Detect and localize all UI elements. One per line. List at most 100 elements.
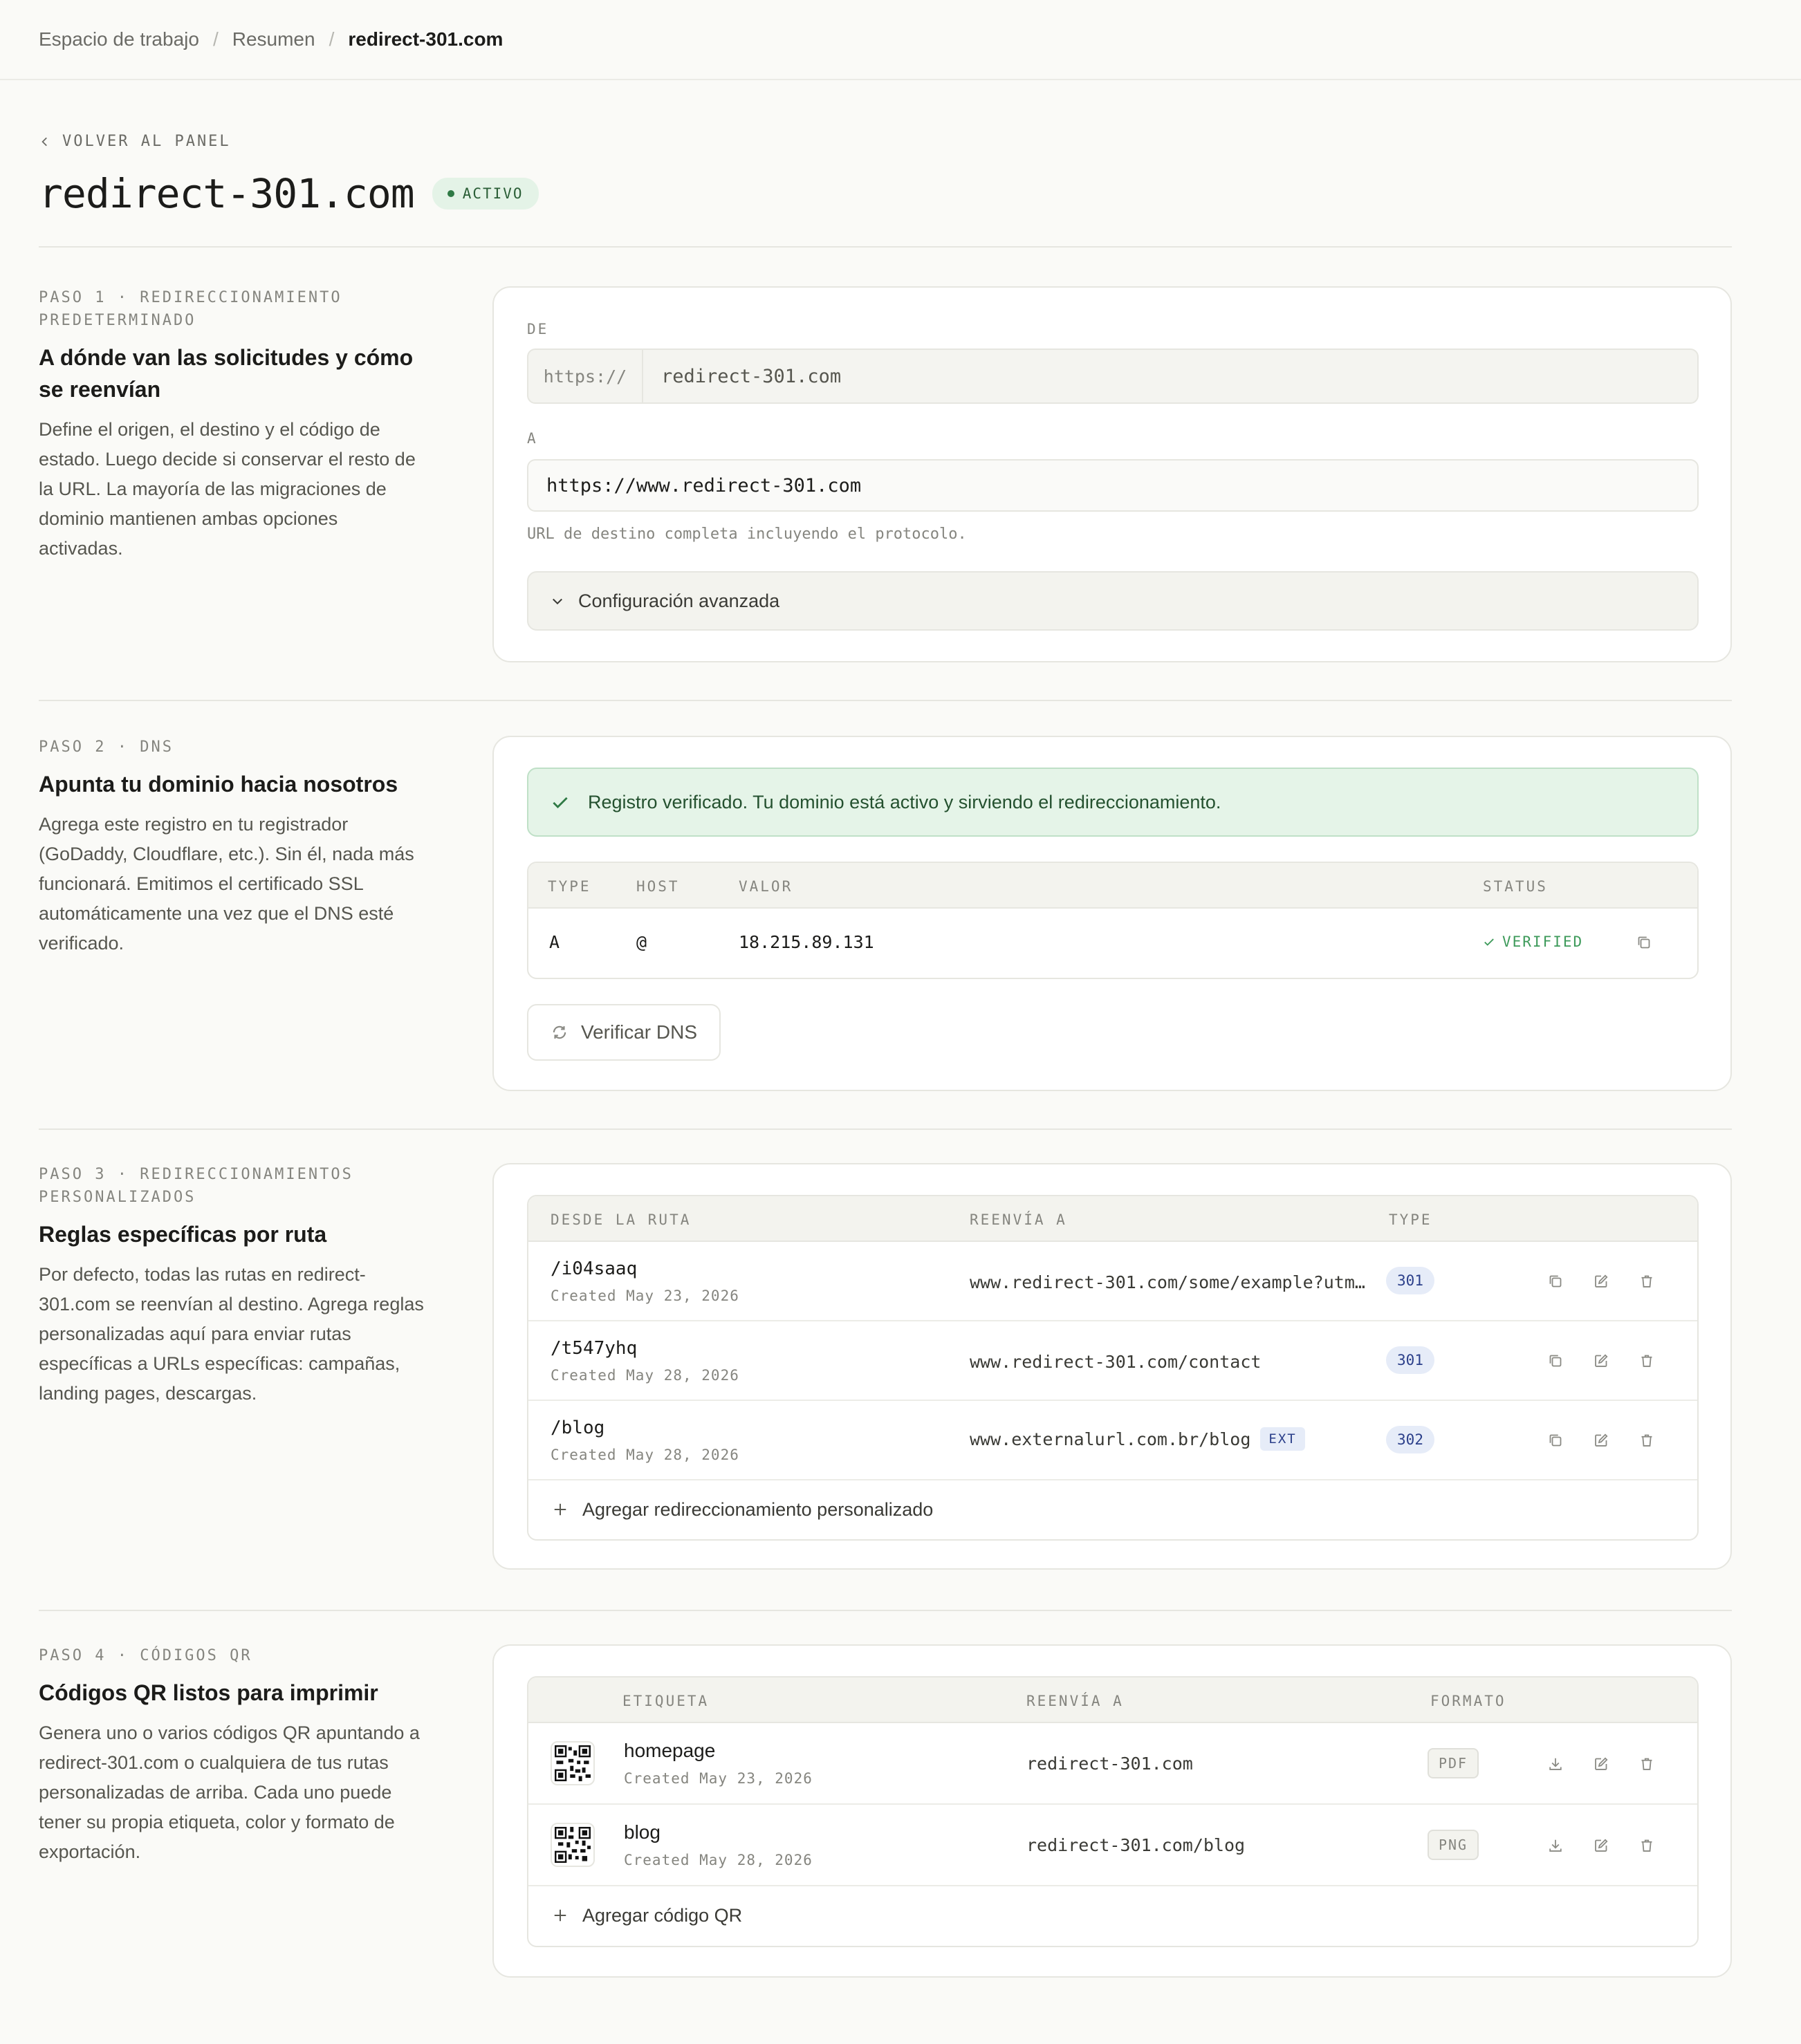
trash-icon bbox=[1641, 1275, 1652, 1288]
divider bbox=[39, 246, 1732, 248]
col-forwards-to: REENVÍA A bbox=[1026, 1693, 1124, 1709]
step1-kicker: PASO 1 · REDIRECCIONAMIENTO PREDETERMINA… bbox=[39, 289, 342, 329]
download-icon bbox=[1549, 1758, 1562, 1770]
col-format: FORMATO bbox=[1430, 1693, 1506, 1709]
delete-route-button[interactable] bbox=[1635, 1349, 1659, 1373]
external-badge: EXT bbox=[1260, 1427, 1305, 1451]
col-type: TYPE bbox=[548, 878, 591, 895]
col-type: TYPE bbox=[1389, 1211, 1432, 1228]
qr-format-badge: PDF bbox=[1428, 1748, 1479, 1778]
edit-icon bbox=[1595, 1274, 1608, 1288]
copy-icon bbox=[1549, 1355, 1562, 1367]
table-row[interactable]: /i04saaq Created May 23, 2026 www.redire… bbox=[528, 1242, 1697, 1321]
delete-qr-button[interactable] bbox=[1635, 1834, 1659, 1857]
back-label: VOLVER AL PANEL bbox=[62, 133, 231, 150]
table-row[interactable]: /t547yhq Created May 28, 2026 www.redire… bbox=[528, 1321, 1697, 1401]
verify-dns-button[interactable]: Verificar DNS bbox=[527, 1004, 721, 1061]
step2-card: Registro verificado. Tu dominio está act… bbox=[492, 736, 1732, 1091]
copy-route-button[interactable] bbox=[1544, 1429, 1567, 1452]
step3-kicker: PASO 3 · REDIRECCIONAMIENTOS PERSONALIZA… bbox=[39, 1166, 353, 1206]
col-host: HOST bbox=[636, 878, 680, 895]
step3-intro: PASO 3 · REDIRECCIONAMIENTOS PERSONALIZA… bbox=[39, 1163, 426, 1409]
breadcrumb-workspace[interactable]: Espacio de trabajo bbox=[39, 28, 199, 50]
status-dot-icon bbox=[447, 190, 454, 197]
trash-icon bbox=[1641, 1839, 1652, 1852]
step3-card: DESDE LA RUTA REENVÍA A TYPE /i04saaq Cr… bbox=[492, 1163, 1732, 1570]
table-row[interactable]: /blog Created May 28, 2026 www.externalu… bbox=[528, 1401, 1697, 1480]
table-header: TYPE HOST VALOR STATUS bbox=[528, 863, 1697, 909]
step4-kicker: PASO 4 · CÓDIGOS QR bbox=[39, 1647, 252, 1664]
step3-description: Por defecto, todas las rutas en redirect… bbox=[39, 1264, 424, 1404]
route-destination: www.redirect-301.com/contact bbox=[970, 1352, 1262, 1372]
qr-destination: redirect-301.com/blog bbox=[1026, 1835, 1246, 1855]
table-row[interactable]: blog Created May 28, 2026 redirect-301.c… bbox=[528, 1805, 1697, 1886]
step4-description: Genera uno o varios códigos QR apuntando… bbox=[39, 1722, 420, 1862]
step2-kicker: PASO 2 · DNS bbox=[39, 738, 174, 756]
breadcrumb: Espacio de trabajo / Resumen / redirect-… bbox=[0, 0, 1801, 80]
step1-intro: PASO 1 · REDIRECCIONAMIENTO PREDETERMINA… bbox=[39, 286, 426, 564]
add-custom-redirect-label: Agregar redireccionamiento personalizado bbox=[582, 1498, 934, 1520]
redirect-code-badge: 301 bbox=[1386, 1346, 1434, 1374]
qr-created: Created May 28, 2026 bbox=[624, 1852, 813, 1868]
divider bbox=[39, 1610, 1732, 1611]
step4-card: ETIQUETA REENVÍA A FORMATO homepage Crea… bbox=[492, 1644, 1732, 1978]
copy-icon bbox=[1549, 1434, 1562, 1447]
qr-code-thumbnail[interactable] bbox=[551, 1823, 595, 1867]
refresh-icon bbox=[553, 1025, 566, 1039]
qr-label: blog bbox=[624, 1821, 661, 1843]
destination-url-input[interactable]: https://www.redirect-301.com bbox=[527, 459, 1699, 512]
edit-icon bbox=[1595, 1757, 1608, 1770]
qr-label: homepage bbox=[624, 1740, 716, 1761]
delete-route-button[interactable] bbox=[1635, 1270, 1659, 1293]
delete-route-button[interactable] bbox=[1635, 1429, 1659, 1452]
check-icon bbox=[1484, 938, 1494, 946]
step1-card: DE https:// redirect-301.com A https://w… bbox=[492, 286, 1732, 662]
route-path: /blog bbox=[551, 1418, 605, 1438]
plus-icon bbox=[554, 1503, 566, 1516]
back-to-panel-link[interactable]: VOLVER AL PANEL bbox=[39, 133, 231, 150]
route-path: /t547yhq bbox=[551, 1338, 638, 1359]
table-row: A @ 18.215.89.131 VERIFIED bbox=[528, 909, 1697, 978]
copy-icon bbox=[1549, 1275, 1562, 1288]
edit-qr-button[interactable] bbox=[1589, 1834, 1613, 1857]
from-value: redirect-301.com bbox=[661, 365, 842, 387]
edit-route-button[interactable] bbox=[1589, 1429, 1613, 1452]
table-header: ETIQUETA REENVÍA A FORMATO bbox=[528, 1678, 1697, 1723]
verified-message: Registro verificado. Tu dominio está act… bbox=[588, 791, 1221, 812]
delete-qr-button[interactable] bbox=[1635, 1752, 1659, 1776]
breadcrumb-overview[interactable]: Resumen bbox=[232, 28, 315, 50]
advanced-settings-toggle[interactable]: Configuración avanzada bbox=[527, 571, 1699, 631]
add-qr-code-button[interactable]: Agregar código QR bbox=[528, 1886, 1697, 1944]
copy-record-button[interactable] bbox=[1632, 931, 1656, 954]
col-value: VALOR bbox=[739, 878, 793, 895]
verified-alert: Registro verificado. Tu dominio está act… bbox=[527, 768, 1699, 837]
edit-route-button[interactable] bbox=[1589, 1349, 1613, 1373]
add-custom-redirect-button[interactable]: Agregar redireccionamiento personalizado bbox=[528, 1480, 1697, 1539]
step2-title: Apunta tu dominio hacia nosotros bbox=[39, 772, 398, 797]
table-row[interactable]: homepage Created May 23, 2026 redirect-3… bbox=[528, 1723, 1697, 1805]
route-created: Created May 23, 2026 bbox=[551, 1288, 739, 1304]
divider bbox=[39, 1128, 1732, 1130]
to-label: A bbox=[527, 430, 538, 447]
edit-icon bbox=[1595, 1354, 1608, 1367]
route-destination: www.externalurl.com.br/blog bbox=[970, 1429, 1251, 1449]
route-created: Created May 28, 2026 bbox=[551, 1447, 739, 1463]
record-value: 18.215.89.131 bbox=[739, 932, 874, 952]
redirect-code-badge: 301 bbox=[1386, 1267, 1434, 1294]
download-qr-button[interactable] bbox=[1544, 1834, 1567, 1857]
custom-redirects-table: DESDE LA RUTA REENVÍA A TYPE /i04saaq Cr… bbox=[527, 1195, 1699, 1541]
edit-route-button[interactable] bbox=[1589, 1270, 1613, 1293]
copy-icon bbox=[1638, 936, 1650, 949]
step1-description: Define el origen, el destino y el código… bbox=[39, 419, 416, 559]
copy-route-button[interactable] bbox=[1544, 1270, 1567, 1293]
edit-qr-button[interactable] bbox=[1589, 1752, 1613, 1776]
copy-route-button[interactable] bbox=[1544, 1349, 1567, 1373]
step4-intro: PASO 4 · CÓDIGOS QR Códigos QR listos pa… bbox=[39, 1644, 426, 1867]
qr-code-thumbnail[interactable] bbox=[551, 1741, 595, 1785]
advanced-settings-label: Configuración avanzada bbox=[578, 590, 780, 611]
from-field[interactable]: https:// redirect-301.com bbox=[527, 349, 1699, 404]
record-type: A bbox=[549, 932, 560, 952]
dns-records-table: TYPE HOST VALOR STATUS A @ 18.215.89.131… bbox=[527, 862, 1699, 979]
qr-destination: redirect-301.com bbox=[1026, 1754, 1193, 1774]
download-qr-button[interactable] bbox=[1544, 1752, 1567, 1776]
